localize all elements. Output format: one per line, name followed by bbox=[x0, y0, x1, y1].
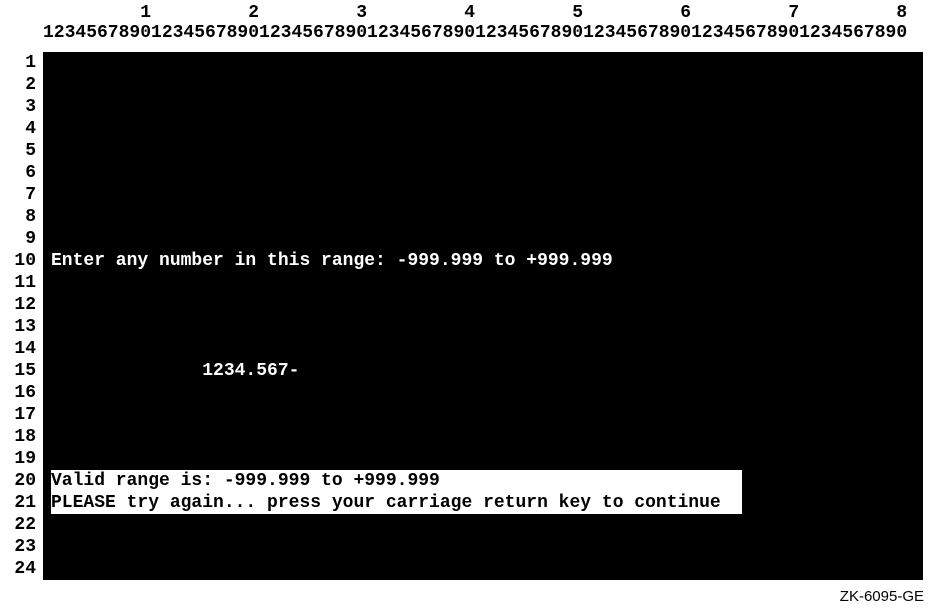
row-number: 22 bbox=[6, 514, 36, 536]
row-number: 24 bbox=[6, 558, 36, 580]
row-number: 5 bbox=[6, 140, 36, 162]
terminal-row bbox=[43, 294, 923, 316]
terminal-row bbox=[43, 382, 923, 404]
row-number: 3 bbox=[6, 96, 36, 118]
row-number: 17 bbox=[6, 404, 36, 426]
inverse-video-text: PLEASE try again... press your carriage … bbox=[51, 492, 742, 514]
row-number: 16 bbox=[6, 382, 36, 404]
row-number: 15 bbox=[6, 360, 36, 382]
error-range-line: Valid range is: -999.999 to +999.999 bbox=[43, 470, 923, 492]
row-number: 12 bbox=[6, 294, 36, 316]
row-number: 20 bbox=[6, 470, 36, 492]
terminal-row bbox=[43, 426, 923, 448]
error-retry-line: PLEASE try again... press your carriage … bbox=[43, 492, 923, 514]
row-number: 10 bbox=[6, 250, 36, 272]
terminal-row bbox=[43, 404, 923, 426]
terminal-row bbox=[43, 74, 923, 96]
terminal-row bbox=[43, 316, 923, 338]
row-number: 7 bbox=[6, 184, 36, 206]
terminal-row bbox=[43, 272, 923, 294]
row-number: 13 bbox=[6, 316, 36, 338]
figure-id-label: ZK-6095-GE bbox=[840, 588, 924, 605]
terminal-screen[interactable]: Enter any number in this range: -999.999… bbox=[43, 52, 923, 580]
terminal-row bbox=[43, 162, 923, 184]
row-number: 2 bbox=[6, 74, 36, 96]
inverse-video-text: Valid range is: -999.999 to +999.999 bbox=[51, 470, 742, 492]
row-number: 9 bbox=[6, 228, 36, 250]
row-number: 11 bbox=[6, 272, 36, 294]
row-number: 1 bbox=[6, 52, 36, 74]
row-number-gutter: 123456789101112131415161718192021222324 bbox=[6, 52, 36, 580]
row-number: 4 bbox=[6, 118, 36, 140]
terminal-row bbox=[43, 52, 923, 74]
terminal-row bbox=[43, 536, 923, 558]
terminal-row bbox=[43, 228, 923, 250]
row-number: 14 bbox=[6, 338, 36, 360]
row-number: 21 bbox=[6, 492, 36, 514]
row-number: 8 bbox=[6, 206, 36, 228]
input-value-line[interactable]: 1234.567- bbox=[43, 360, 923, 382]
terminal-row bbox=[43, 140, 923, 162]
terminal-row bbox=[43, 558, 923, 580]
terminal-row bbox=[43, 184, 923, 206]
terminal-row bbox=[43, 206, 923, 228]
terminal-row bbox=[43, 96, 923, 118]
terminal-row bbox=[43, 118, 923, 140]
row-number: 18 bbox=[6, 426, 36, 448]
column-ruler-units: 1234567890123456789012345678901234567890… bbox=[43, 23, 907, 43]
terminal-row bbox=[43, 514, 923, 536]
terminal-row bbox=[43, 338, 923, 360]
row-number: 6 bbox=[6, 162, 36, 184]
terminal-row bbox=[43, 448, 923, 470]
row-number: 23 bbox=[6, 536, 36, 558]
prompt-line: Enter any number in this range: -999.999… bbox=[43, 250, 923, 272]
column-ruler-tens: 1 2 3 4 5 6 7 8 bbox=[43, 3, 907, 23]
row-number: 19 bbox=[6, 448, 36, 470]
